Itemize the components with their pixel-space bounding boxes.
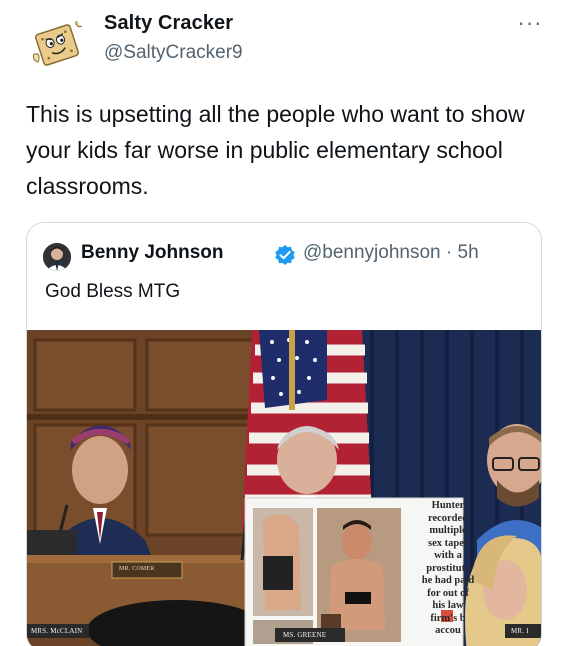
sign-line: sex tapes xyxy=(428,537,468,549)
quoted-handle-line: @bennyjohnson · 5h xyxy=(303,242,479,264)
tweet-text: This is upsetting all the people who wan… xyxy=(26,101,525,199)
more-options-icon[interactable]: ··· xyxy=(510,8,550,38)
placard-mr-comer: MR. COMER xyxy=(119,566,155,572)
author-handle[interactable]: @SaltyCracker9 xyxy=(104,42,243,64)
quoted-tweet-text: God Bless MTG xyxy=(45,281,181,302)
quoted-author-name[interactable]: Benny Johnson xyxy=(81,242,224,264)
author-avatar[interactable] xyxy=(26,14,88,76)
placard-ms-greene: MS. GREENE xyxy=(283,631,327,639)
separator-dot: · xyxy=(445,242,453,263)
placard-mrs-mcclain: MRS. McCLAIN xyxy=(31,627,83,635)
quoted-timestamp[interactable]: 5h xyxy=(458,242,479,263)
sign-line: multiple xyxy=(429,525,467,536)
placard-mr: MR. I xyxy=(511,627,529,635)
quoted-author-avatar[interactable] xyxy=(43,243,71,271)
sign-line: firm's b xyxy=(430,612,466,624)
quoted-author-handle[interactable]: @bennyjohnson xyxy=(303,242,441,263)
quoted-tweet-photo[interactable]: Hunter recorded multiple sex tapes with … xyxy=(27,330,541,646)
sign-line: for out of xyxy=(427,587,469,599)
sign-line: Hunter xyxy=(431,500,465,511)
verified-badge-icon xyxy=(275,245,295,265)
sign-line: accou xyxy=(435,625,461,636)
sign-line: he had paid xyxy=(421,575,475,586)
sign-text: Hunter recorded multiple sex tapes with … xyxy=(415,500,481,638)
sign-line: prostitute xyxy=(426,562,470,574)
sign-line: with a xyxy=(434,550,462,561)
author-name[interactable]: Salty Cracker xyxy=(104,12,233,35)
tweet-card: Salty Cracker @SaltyCracker9 ··· This is… xyxy=(0,0,568,646)
quoted-tweet[interactable]: Benny Johnson @bennyjohnson · 5h God Ble… xyxy=(26,222,542,646)
sign-line: recorded xyxy=(427,512,469,524)
sign-line: his law xyxy=(432,600,464,611)
